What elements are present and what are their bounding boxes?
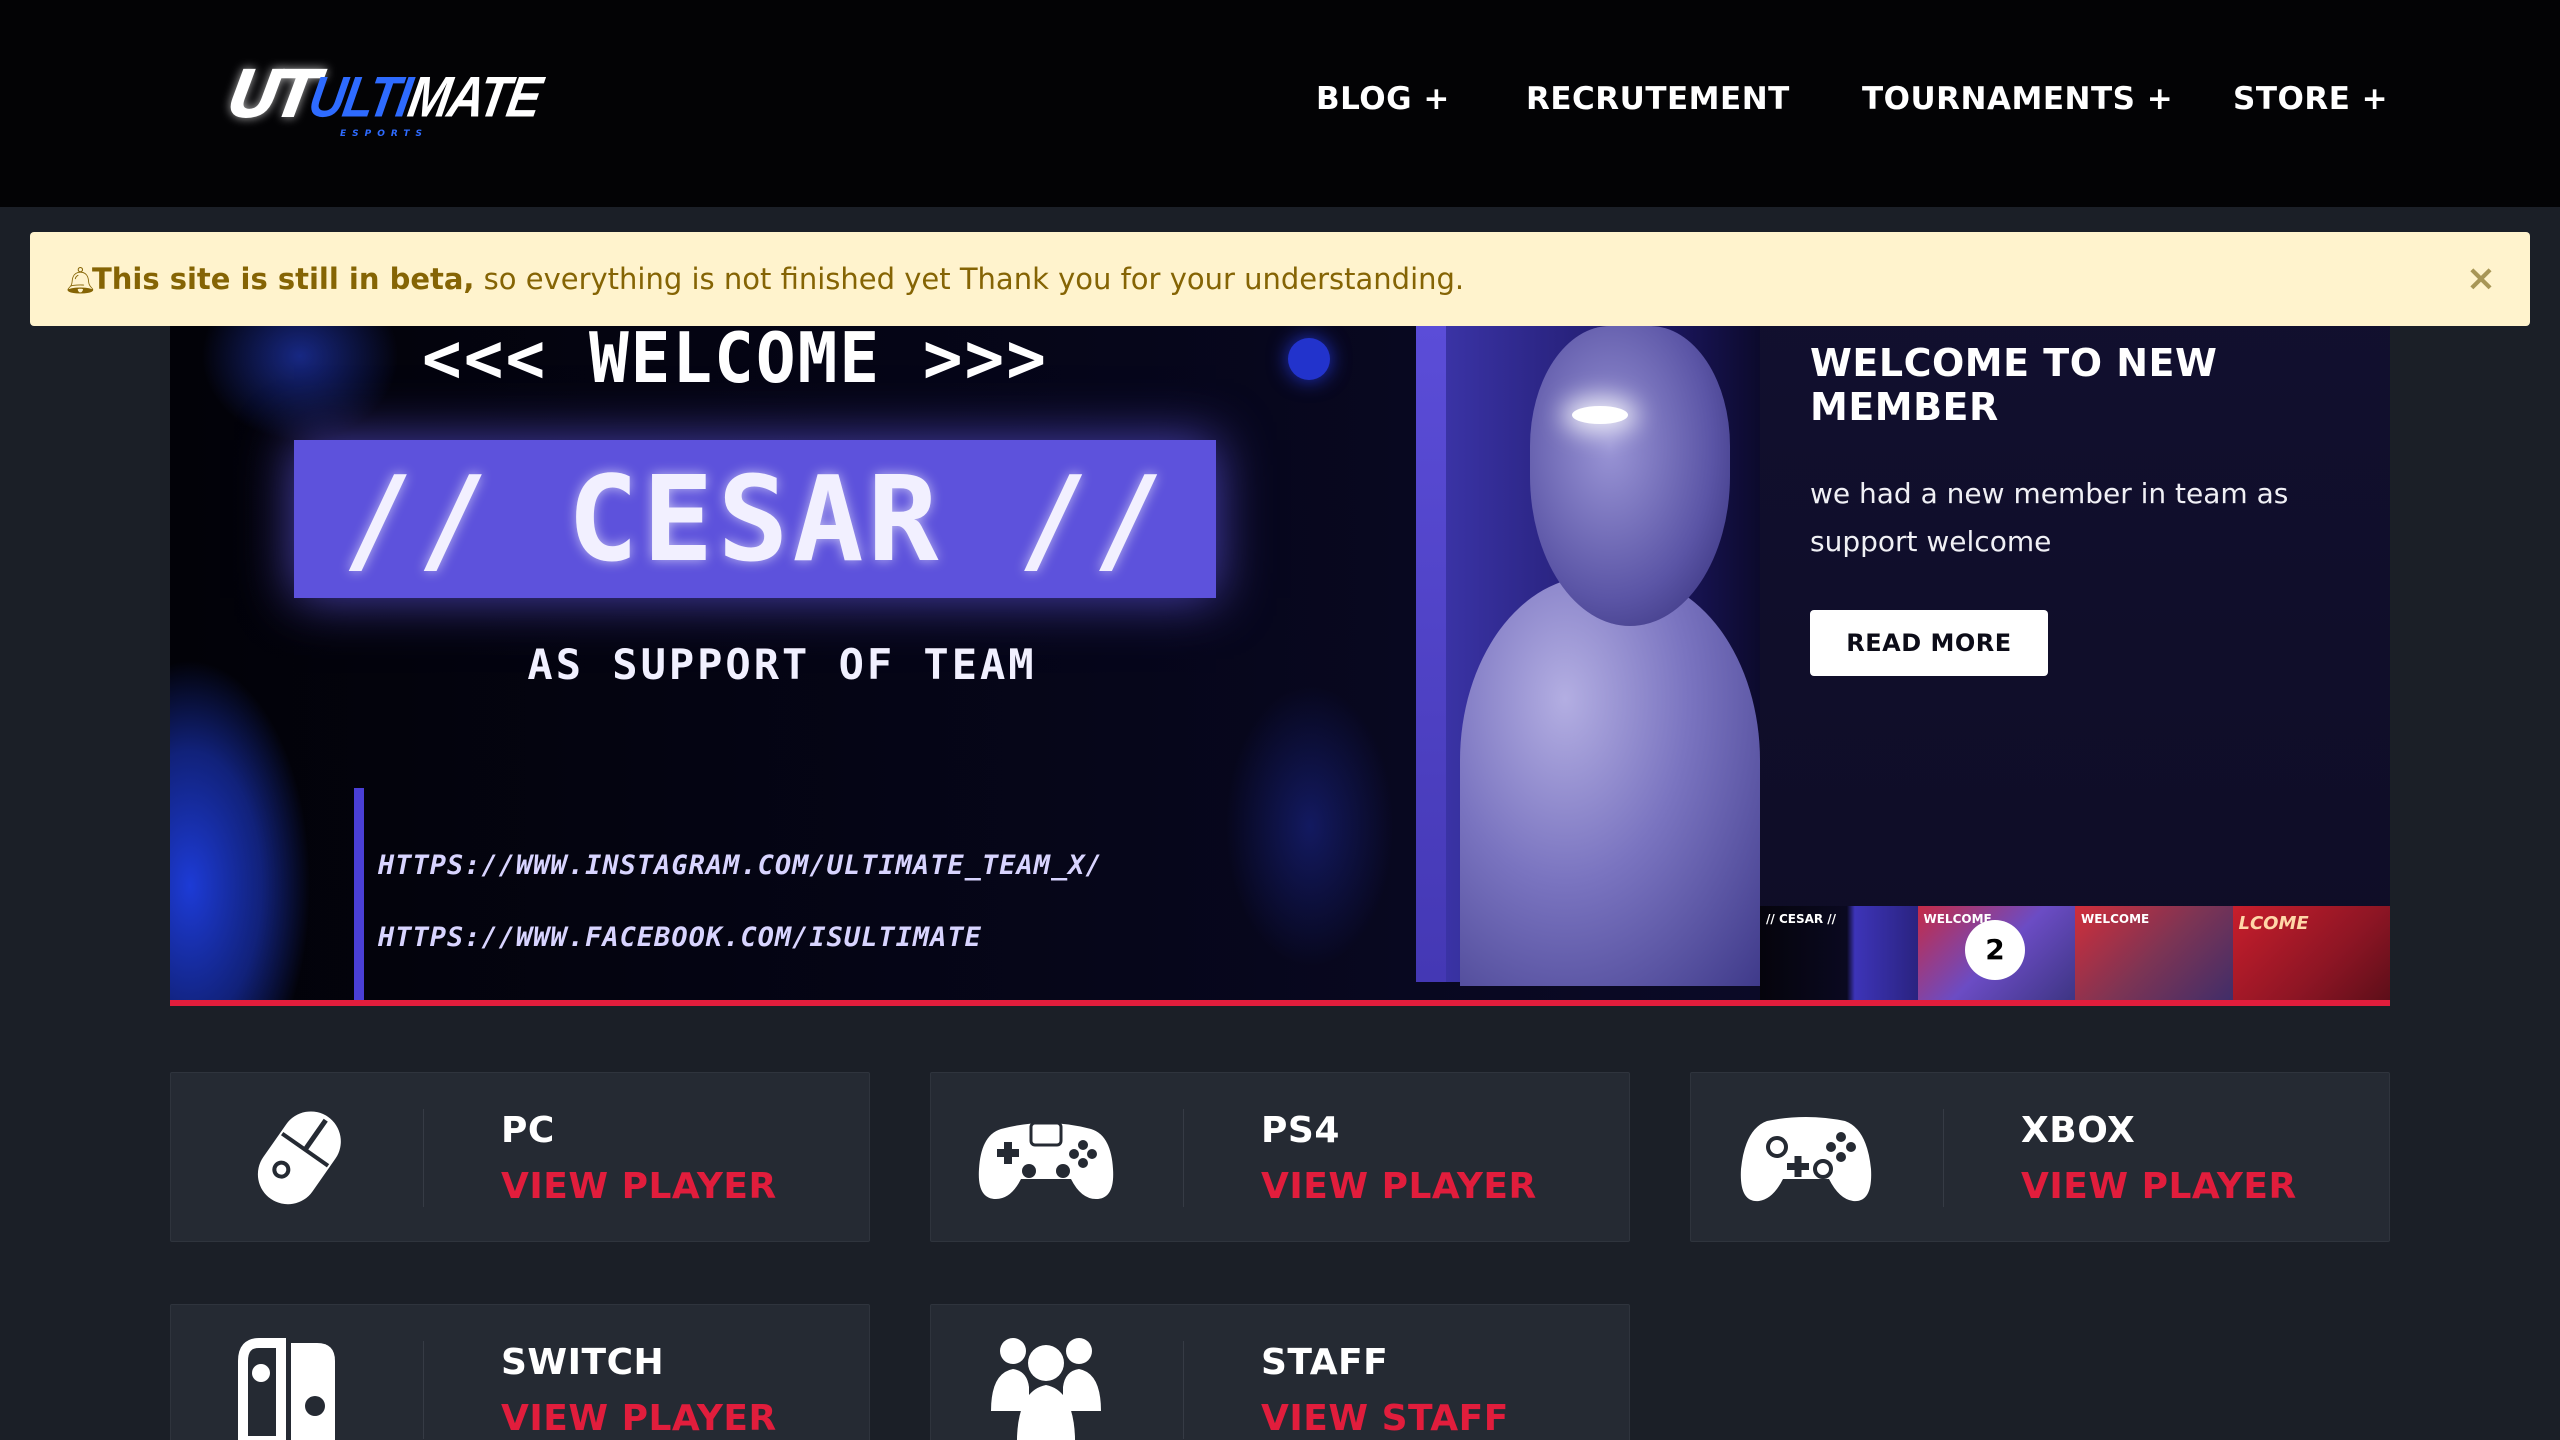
- card-divider: [423, 1109, 424, 1207]
- beta-alert: 🔔︎This site is still in beta, so everyth…: [30, 232, 2530, 326]
- card-divider: [1183, 1109, 1184, 1207]
- view-player-link-switch[interactable]: VIEW PLAYER: [501, 1401, 777, 1437]
- slide-description: we had a new member in team as support w…: [1810, 477, 2289, 558]
- slide-title: WELCOME TO NEW MEMBER: [1810, 341, 2218, 429]
- slide-thumbnail-3[interactable]: WELCOME: [2075, 906, 2233, 1000]
- platform-card-ps4: PS4 VIEW PLAYER: [930, 1072, 1630, 1242]
- nav-store[interactable]: STORE +: [2233, 84, 2388, 115]
- view-player-link-ps4[interactable]: VIEW PLAYER: [1261, 1169, 1537, 1205]
- staff-card: STAFF VIEW STAFF: [930, 1304, 1630, 1440]
- alert-text: so everything is not finished yet Thank …: [474, 262, 1465, 296]
- banner-member-name: // CESAR //: [342, 450, 1168, 588]
- card-divider: [423, 1341, 424, 1439]
- card-title: STAFF: [1261, 1342, 1389, 1383]
- bell-icon: 🔔︎: [64, 266, 98, 296]
- banner-name-box: // CESAR //: [294, 440, 1216, 598]
- banner-welcome-text: <<< WELCOME >>>: [422, 326, 1049, 399]
- logo-subtitle: ESPORTS: [340, 129, 429, 139]
- platform-card-pc: PC VIEW PLAYER: [170, 1072, 870, 1242]
- site-logo[interactable]: UT ULTIMATE ESPORTS: [221, 56, 545, 142]
- card-title: PC: [501, 1110, 555, 1151]
- card-divider: [1183, 1341, 1184, 1439]
- nav-blog[interactable]: BLOG +: [1316, 84, 1450, 115]
- card-divider: [1943, 1109, 1944, 1207]
- mouse-icon: [211, 1099, 361, 1219]
- slide-thumbnail-4[interactable]: LCOME: [2232, 906, 2390, 1000]
- banner-subtitle: AS SUPPORT OF TEAM: [527, 640, 1037, 689]
- view-staff-link[interactable]: VIEW STAFF: [1261, 1401, 1509, 1437]
- platform-card-xbox: XBOX VIEW PLAYER: [1690, 1072, 2390, 1242]
- card-title: PS4: [1261, 1110, 1340, 1151]
- ps4-controller-icon: [971, 1099, 1121, 1219]
- view-player-link-xbox[interactable]: VIEW PLAYER: [2021, 1169, 2297, 1205]
- slide-thumbnails: // CESAR // WELCOME WELCOME LCOME: [1760, 906, 2390, 1000]
- decorative-dot: [1288, 338, 1330, 380]
- platform-card-switch: SWITCH VIEW PLAYER: [170, 1304, 870, 1440]
- logo-wordmark: ULTIMATE: [304, 64, 546, 130]
- close-icon[interactable]: ×: [2466, 232, 2496, 326]
- banner-divider: [354, 788, 364, 1000]
- nav-recrutement[interactable]: RECRUTEMENT: [1526, 84, 1790, 115]
- xbox-controller-icon: [1731, 1099, 1881, 1219]
- card-title: XBOX: [2021, 1110, 2136, 1151]
- logo-mark: UT: [221, 56, 318, 133]
- banner-facebook-link: HTTPS://WWW.FACEBOOK.COM/ISULTIMATE: [378, 922, 982, 953]
- banner-instagram-link: HTTPS://WWW.INSTAGRAM.COM/ULTIMATE_TEAM_…: [378, 850, 1103, 881]
- nav-tournaments[interactable]: TOURNAMENTS +: [1862, 84, 2173, 115]
- card-title: SWITCH: [501, 1342, 665, 1383]
- slide-thumbnail-1[interactable]: // CESAR //: [1760, 906, 1918, 1000]
- view-player-link-pc[interactable]: VIEW PLAYER: [501, 1169, 777, 1205]
- site-header: UT ULTIMATE ESPORTS BLOG + RECRUTEMENT T…: [0, 0, 2560, 207]
- read-more-button[interactable]: READ MORE: [1810, 610, 2048, 676]
- alert-strong-text: This site is still in beta,: [92, 262, 475, 296]
- group-icon: [971, 1331, 1121, 1440]
- slide-number-badge: 2: [1965, 920, 2025, 980]
- switch-icon: [211, 1331, 361, 1440]
- hero-slider: <<< WELCOME >>> // CESAR // AS SUPPORT O…: [170, 326, 2390, 1006]
- banner-character-figure: [1460, 326, 1760, 986]
